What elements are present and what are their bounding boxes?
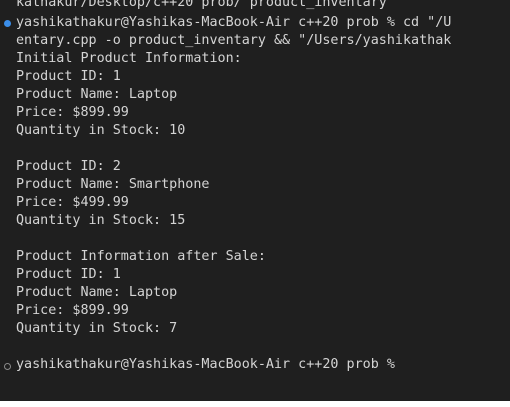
output-line: Quantity in Stock: 15 <box>16 213 186 228</box>
output-line: Product Name: Smartphone <box>16 177 210 192</box>
output-line: Quantity in Stock: 10 <box>16 123 186 138</box>
output-line: Product Name: Laptop <box>16 285 178 300</box>
terminal-line: entary.cpp -o product_inventary && "/Use… <box>16 33 452 48</box>
output-line: Price: $899.99 <box>16 303 129 318</box>
prompt-idle-marker-icon <box>4 363 11 370</box>
output-line: Quantity in Stock: 7 <box>16 321 178 336</box>
terminal-line: kathakur/Desktop/c++20 prob/"product_inv… <box>16 0 387 10</box>
output-heading: Initial Product Information: <box>16 51 242 66</box>
output-heading: Product Information after Sale: <box>16 249 266 264</box>
shell-prompt[interactable]: yashikathakur@Yashikas-MacBook-Air c++20… <box>16 356 395 374</box>
output-line: Product ID: 2 <box>16 159 121 174</box>
output-line: Price: $499.99 <box>16 195 129 210</box>
command-success-marker-icon <box>4 20 11 27</box>
output-line: Product ID: 1 <box>16 267 121 282</box>
terminal-command-line: yashikathakur@Yashikas-MacBook-Air c++20… <box>16 15 452 30</box>
output-line: Price: $899.99 <box>16 105 129 120</box>
output-line: Product ID: 1 <box>16 69 121 84</box>
output-line: Product Name: Laptop <box>16 87 178 102</box>
terminal-panel[interactable]: kathakur/Desktop/c++20 prob/"product_inv… <box>0 0 510 401</box>
